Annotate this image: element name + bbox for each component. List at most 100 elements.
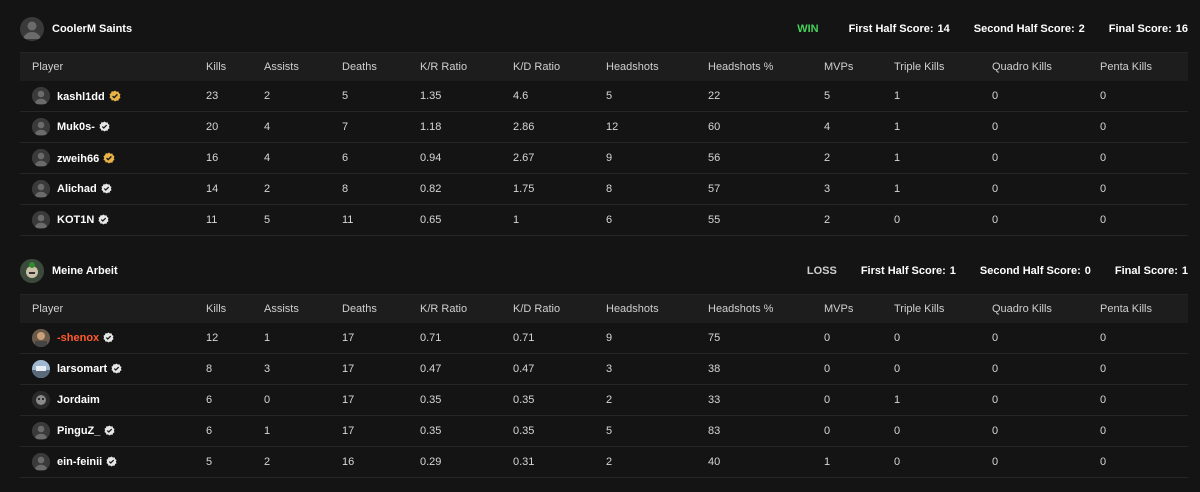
table-row[interactable]: Muk0s- 20 4 7 1.18 2.86 12 60 4 1 0 0 bbox=[20, 112, 1188, 143]
column-assists[interactable]: Assists bbox=[264, 303, 299, 315]
player-name[interactable]: KOT1N bbox=[57, 214, 94, 226]
column-deaths[interactable]: Deaths bbox=[342, 303, 377, 315]
column-mvps[interactable]: MVPs bbox=[824, 61, 853, 73]
column-triple-kills[interactable]: Triple Kills bbox=[894, 61, 944, 73]
player-name-cell[interactable]: PinguZ_ bbox=[57, 425, 115, 439]
penta-kills-cell: 0 bbox=[1100, 121, 1107, 133]
kills-cell: 11 bbox=[206, 214, 218, 226]
player-avatar[interactable] bbox=[32, 360, 50, 378]
first-half-value: 1 bbox=[949, 265, 956, 277]
player-name-cell[interactable]: larsomart bbox=[57, 363, 122, 377]
table-row[interactable]: kashl1dd 23 2 5 1.35 4.6 5 22 5 1 0 0 bbox=[20, 81, 1188, 112]
player-name[interactable]: larsomart bbox=[57, 363, 107, 375]
column-player[interactable]: Player bbox=[32, 61, 63, 73]
team-name[interactable]: Meine Arbeit bbox=[52, 265, 118, 277]
team-avatar[interactable] bbox=[20, 17, 44, 41]
final-score: Final Score: 16 bbox=[1109, 23, 1188, 35]
table-row[interactable]: zweih66 16 4 6 0.94 2.67 9 56 2 1 0 0 bbox=[20, 143, 1188, 174]
kr-ratio-cell: 1.35 bbox=[420, 90, 442, 102]
player-name-cell[interactable]: KOT1N bbox=[57, 214, 109, 228]
team-name[interactable]: CoolerM Saints bbox=[52, 23, 132, 35]
column-penta-kills[interactable]: Penta Kills bbox=[1100, 303, 1152, 315]
player-avatar[interactable] bbox=[32, 211, 50, 229]
column-assists[interactable]: Assists bbox=[264, 61, 299, 73]
player-name-cell[interactable]: kashl1dd bbox=[57, 90, 121, 105]
player-name[interactable]: Muk0s- bbox=[57, 121, 95, 133]
column-kills[interactable]: Kills bbox=[206, 303, 226, 315]
kills-cell: 6 bbox=[206, 425, 213, 437]
column-deaths[interactable]: Deaths bbox=[342, 61, 377, 73]
mvps-cell: 2 bbox=[824, 152, 831, 164]
triple-kills-cell: 0 bbox=[894, 214, 901, 226]
penta-kills-cell: 0 bbox=[1100, 183, 1107, 195]
player-name[interactable]: -shenox bbox=[57, 332, 99, 344]
player-name[interactable]: PinguZ_ bbox=[57, 425, 100, 437]
column-headshots-pct[interactable]: Headshots % bbox=[708, 61, 773, 73]
table-row[interactable]: larsomart 8 3 17 0.47 0.47 3 38 0 0 0 0 bbox=[20, 354, 1188, 385]
column-mvps[interactable]: MVPs bbox=[824, 303, 853, 315]
column-kd-ratio[interactable]: K/D Ratio bbox=[513, 303, 560, 315]
player-avatar[interactable] bbox=[32, 391, 50, 409]
table-row[interactable]: PinguZ_ 6 1 17 0.35 0.35 5 83 0 0 0 0 bbox=[20, 416, 1188, 447]
player-avatar[interactable] bbox=[32, 329, 50, 347]
player-avatar[interactable] bbox=[32, 149, 50, 167]
deaths-cell: 7 bbox=[342, 121, 349, 133]
player-avatar[interactable] bbox=[32, 87, 50, 105]
assists-cell: 0 bbox=[264, 394, 271, 406]
verified-check-icon bbox=[98, 214, 109, 228]
triple-kills-cell: 1 bbox=[894, 183, 901, 195]
table-row[interactable]: Alichad 14 2 8 0.82 1.75 8 57 3 1 0 0 bbox=[20, 174, 1188, 205]
player-name-cell[interactable]: ein-feinii bbox=[57, 456, 117, 470]
player-name[interactable]: kashl1dd bbox=[57, 91, 105, 103]
column-player[interactable]: Player bbox=[32, 303, 63, 315]
final-score-label: Final Score: bbox=[1108, 23, 1172, 35]
verified-check-icon bbox=[99, 121, 110, 135]
column-kd-ratio[interactable]: K/D Ratio bbox=[513, 61, 560, 73]
penta-kills-cell: 0 bbox=[1100, 152, 1107, 164]
mvps-cell: 0 bbox=[824, 363, 831, 375]
column-headshots[interactable]: Headshots bbox=[606, 303, 659, 315]
column-headshots[interactable]: Headshots bbox=[606, 61, 659, 73]
player-name[interactable]: ein-feinii bbox=[57, 456, 102, 468]
team-avatar[interactable] bbox=[20, 259, 44, 283]
headshots-pct-cell: 60 bbox=[708, 121, 721, 133]
player-name[interactable]: Alichad bbox=[57, 183, 97, 195]
match-scoreboard: CoolerM Saints WIN First Half Score: 14 S… bbox=[0, 0, 1200, 492]
quadro-kills-cell: 0 bbox=[992, 121, 999, 133]
penta-kills-cell: 0 bbox=[1100, 214, 1107, 226]
player-avatar[interactable] bbox=[32, 180, 50, 198]
table-row[interactable]: Jordaim 6 0 17 0.35 0.35 2 33 0 1 0 0 bbox=[20, 385, 1188, 416]
column-quadro-kills[interactable]: Quadro Kills bbox=[992, 303, 1052, 315]
headshots-pct-cell: 56 bbox=[708, 152, 721, 164]
player-name-cell[interactable]: Alichad bbox=[57, 183, 112, 197]
kills-cell: 23 bbox=[206, 90, 219, 102]
column-headshots-pct[interactable]: Headshots % bbox=[708, 303, 773, 315]
player-name-cell[interactable]: -shenox bbox=[57, 332, 114, 346]
player-name-cell[interactable]: zweih66 bbox=[57, 152, 115, 167]
triple-kills-cell: 0 bbox=[894, 456, 901, 468]
deaths-cell: 16 bbox=[342, 456, 355, 468]
column-kr-ratio[interactable]: K/R Ratio bbox=[420, 303, 467, 315]
column-penta-kills[interactable]: Penta Kills bbox=[1100, 61, 1152, 73]
team-header: CoolerM Saints WIN First Half Score: 14 S… bbox=[20, 14, 1188, 44]
player-name[interactable]: zweih66 bbox=[57, 153, 99, 165]
player-stats-table: Player Kills Assists Deaths K/R Ratio K/D Rat… bbox=[20, 52, 1188, 236]
column-triple-kills[interactable]: Triple Kills bbox=[894, 303, 944, 315]
table-row[interactable]: ein-feinii 5 2 16 0.29 0.31 2 40 1 0 0 0 bbox=[20, 447, 1188, 478]
column-quadro-kills[interactable]: Quadro Kills bbox=[992, 61, 1052, 73]
player-avatar[interactable] bbox=[32, 453, 50, 471]
table-row[interactable]: KOT1N 11 5 11 0.65 1 6 55 2 0 0 0 bbox=[20, 205, 1188, 236]
quadro-kills-cell: 0 bbox=[992, 363, 999, 375]
column-kills[interactable]: Kills bbox=[206, 61, 226, 73]
player-name[interactable]: Jordaim bbox=[57, 394, 100, 406]
table-row[interactable]: -shenox 12 1 17 0.71 0.71 9 75 0 0 0 0 bbox=[20, 323, 1188, 354]
kd-ratio-cell: 0.35 bbox=[513, 394, 535, 406]
player-avatar[interactable] bbox=[32, 422, 50, 440]
column-kr-ratio[interactable]: K/R Ratio bbox=[420, 61, 467, 73]
player-name-cell[interactable]: Muk0s- bbox=[57, 121, 110, 135]
penta-kills-cell: 0 bbox=[1100, 456, 1107, 468]
player-name-cell[interactable]: Jordaim bbox=[57, 394, 100, 406]
player-avatar[interactable] bbox=[32, 118, 50, 136]
deaths-cell: 17 bbox=[342, 425, 355, 437]
assists-cell: 3 bbox=[264, 363, 271, 375]
